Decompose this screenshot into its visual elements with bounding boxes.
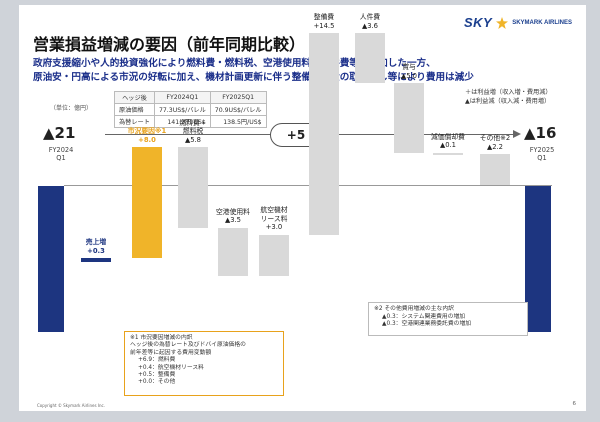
- table-header: ヘッジ後: [114, 91, 155, 104]
- copyright: Copyright © Skymark Airlines Inc.: [37, 403, 105, 408]
- other-costs-note: ※2 その他費用増減の主な内訳 ▲0.3：システム関連費用の増加 ▲0.3：空港…: [368, 302, 528, 336]
- logo-subtext: SKYMARK AIRLINES: [512, 19, 572, 26]
- end-total-bar: [525, 186, 551, 332]
- legend-line: ＋は利益増（収入増・費用減）: [465, 89, 552, 96]
- waterfall-bar: [480, 154, 510, 185]
- table-cell: 70.9US$/バレル: [209, 103, 267, 116]
- waterfall-label: 市況要因※1 +8.0: [127, 127, 167, 144]
- skymark-logo: SKY SKYMARK AIRLINES: [464, 15, 572, 30]
- end-value: ▲16: [524, 124, 557, 142]
- waterfall-bar: [259, 234, 289, 277]
- waterfall-bar: [309, 33, 339, 235]
- table-header: FY2024Q1: [153, 91, 211, 104]
- waterfall-label: 人件費 ▲3.6: [359, 13, 381, 30]
- note-item: +6.9：燃料費: [138, 357, 176, 364]
- note-desc: ヘッジ後の為替レート及びドバイ原油価格の: [130, 342, 246, 349]
- waterfall-label: 減価償却費 ▲0.1: [431, 132, 465, 150]
- period-quarter: Q1: [537, 154, 547, 162]
- waterfall-label: 燃料費・ 燃料税 ▲5.8: [179, 118, 207, 144]
- waterfall-bar: [178, 147, 208, 228]
- lead-line: 政府支援縮小や人的投資強化により燃料費・燃料税、空港使用料、人件費等が増加した一…: [33, 58, 436, 69]
- period-year: FY2024: [48, 146, 74, 154]
- note-item: ▲0.3：空港関連業務委託費の増加: [382, 321, 472, 328]
- logo-text: SKY: [463, 15, 493, 30]
- waterfall-label: 整備費 +14.5: [313, 13, 335, 30]
- waterfall-label: 賞与 ▲5.0: [400, 63, 418, 80]
- table-header-row: ヘッジ後 FY2024Q1 FY2025Q1: [114, 91, 267, 104]
- waterfall-label: その他※2 ▲2.2: [479, 134, 511, 151]
- table-cell: 原油価格: [114, 103, 155, 116]
- table-cell: 77.3US$/バレル: [153, 103, 211, 116]
- waterfall-bar: [355, 33, 385, 84]
- waterfall-label: 航空機材 リース料 +3.0: [260, 206, 288, 232]
- start-period: FY2024 Q1: [43, 146, 79, 162]
- table-cell: 138.5円/US$: [209, 115, 267, 128]
- table-row: 原油価格 77.3US$/バレル 70.9US$/バレル: [114, 103, 267, 116]
- waterfall-bar: [433, 152, 463, 155]
- market-factor-note: ※1 市況要因増減の内訳 ヘッジ後の為替レート及びドバイ原油価格の 前年差等に起…: [124, 331, 284, 396]
- start-value: ▲21: [43, 124, 76, 142]
- waterfall-bar: [394, 83, 424, 153]
- waterfall-label: 売上増 +0.3: [85, 238, 107, 255]
- period-quarter: Q1: [56, 154, 66, 162]
- end-period: FY2025 Q1: [524, 146, 560, 162]
- period-year: FY2025: [529, 146, 555, 154]
- page-title: 営業損益増減の要因（前年同期比較）: [33, 35, 306, 54]
- lead-line: 原油安・円高による市況の好転に加え、機材計画更新に伴う整備引当金の取り崩し等によ…: [33, 72, 474, 83]
- waterfall-bar: [132, 147, 162, 259]
- note-item: +0.0：その他: [138, 379, 176, 386]
- table-header: FY2025Q1: [209, 91, 267, 104]
- note-item: +0.4：航空機材リース料: [138, 364, 204, 371]
- note-title: ※2 その他費用増減の主な内訳: [374, 306, 454, 312]
- legend-line: ▲は利益減（収入減・費用増）: [465, 98, 551, 105]
- slide: SKY SKYMARK AIRLINES 営業損益増減の要因（前年同期比較） 政…: [19, 5, 586, 411]
- page-number: 6: [572, 401, 577, 407]
- waterfall-bar: [218, 227, 248, 277]
- sign-legend: ＋は利益増（収入増・費用減） ▲は利益減（収入減・費用増）: [465, 88, 552, 106]
- start-total-bar: [38, 186, 64, 332]
- unit-label: （単位：億円）: [50, 105, 93, 112]
- table-cell: 為替レート: [114, 115, 155, 128]
- waterfall-bar: [81, 258, 111, 263]
- star-icon: [496, 16, 509, 29]
- lead-text: 政府支援縮小や人的投資強化により燃料費・燃料税、空港使用料、人件費等が増加した一…: [33, 57, 578, 85]
